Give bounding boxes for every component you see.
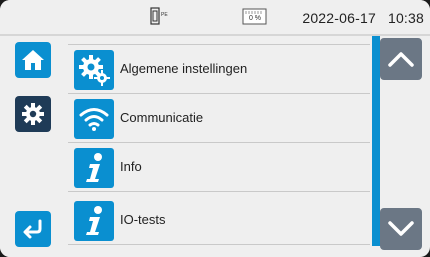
menu-item-label: Info — [120, 159, 142, 174]
scroll-up-button[interactable] — [380, 38, 422, 80]
sidebar — [0, 36, 62, 257]
info-icon — [74, 148, 114, 188]
battery-percent: 0 % — [248, 15, 262, 22]
wifi-icon — [74, 99, 114, 139]
back-button[interactable] — [15, 211, 51, 247]
menu-item-io-tests[interactable]: IO-tests — [68, 196, 370, 245]
battery-indicator: 0 % — [242, 7, 268, 25]
device-screen: PE 0 % 2022-06-17 10:38 Algemene instell… — [0, 0, 430, 257]
home-button[interactable] — [15, 42, 51, 78]
menu-item-label: Communicatie — [120, 110, 204, 125]
menu-item-label: Algemene instellingen — [120, 61, 248, 76]
menu-item-info[interactable]: Info — [68, 143, 370, 192]
status-date: 2022-06-17 — [302, 10, 376, 26]
datetime: 2022-06-17 10:38 — [290, 10, 424, 26]
return-arrow-icon — [23, 219, 42, 239]
home-icon — [22, 50, 44, 70]
scroll-down-button[interactable] — [380, 208, 422, 250]
status-time: 10:38 — [387, 10, 424, 26]
gear-icon — [22, 103, 44, 125]
settings-button[interactable] — [15, 96, 51, 132]
scrollbar-thumb[interactable] — [372, 36, 380, 246]
svg-text:PE: PE — [161, 12, 168, 18]
menu-item-general-settings[interactable]: Algemene instellingen — [68, 45, 370, 94]
chevron-down-icon — [388, 221, 414, 236]
status-bar: PE 0 % 2022-06-17 10:38 — [0, 0, 430, 36]
probe-connector-icon: PE — [150, 7, 168, 25]
gears-icon — [74, 50, 114, 90]
settings-menu-list: Algemene instellingen Communicatie Info … — [68, 36, 370, 257]
menu-item-label: IO-tests — [120, 212, 166, 227]
info-icon — [74, 201, 114, 241]
menu-item-communication[interactable]: Communicatie — [68, 94, 370, 143]
chevron-up-icon — [388, 52, 414, 67]
